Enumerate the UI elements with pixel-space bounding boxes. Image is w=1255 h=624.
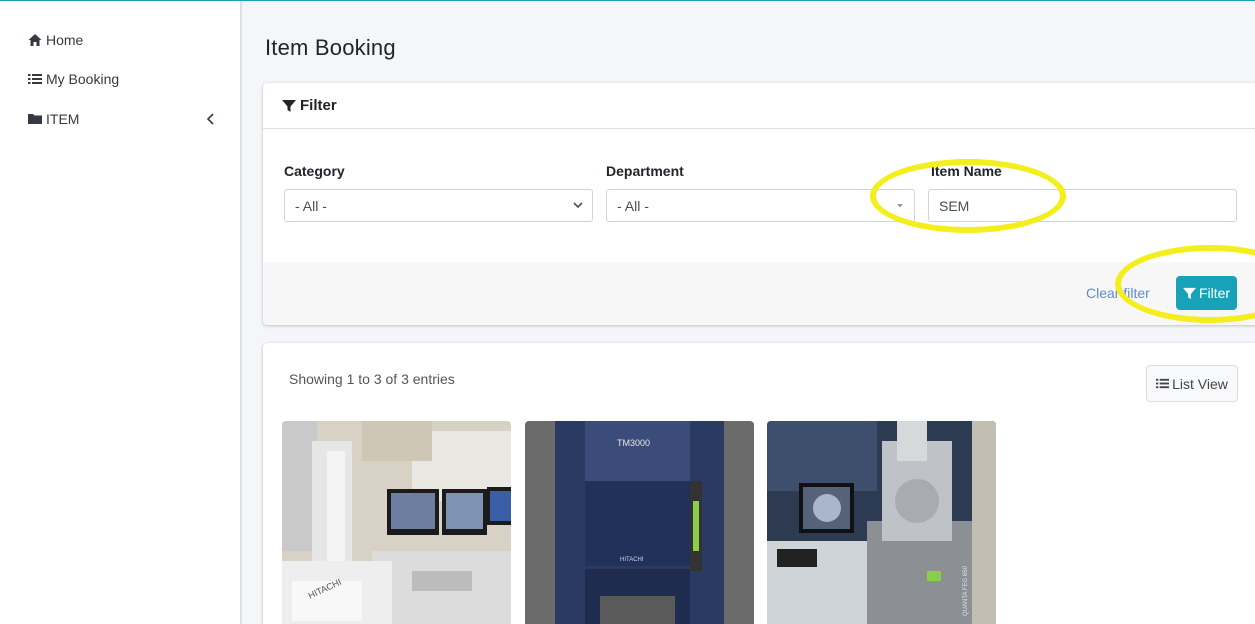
chevron-down-icon (573, 202, 583, 209)
sidebar: Home My Booking ITEM (0, 1, 242, 624)
sidebar-item-my-booking[interactable]: My Booking (28, 68, 119, 90)
department-label: Department (606, 163, 684, 179)
category-label: Category (284, 163, 345, 179)
item-thumbnail[interactable]: TM3000 HITACHI (525, 421, 754, 624)
filter-button[interactable]: Filter (1176, 276, 1237, 310)
filter-card-header: Filter (263, 83, 1255, 129)
entries-count: Showing 1 to 3 of 3 entries (289, 371, 455, 387)
results-card: Showing 1 to 3 of 3 entries List View HI… (263, 343, 1255, 624)
sidebar-item-home[interactable]: Home (28, 29, 83, 51)
list-icon (1156, 378, 1170, 389)
list-view-label: List View (1172, 375, 1228, 392)
department-select-value: - All - (617, 197, 649, 214)
category-select[interactable]: - All - (284, 189, 593, 222)
svg-text:QUANTA FEG 650: QUANTA FEG 650 (963, 565, 969, 616)
list-icon (28, 74, 42, 84)
filter-card-footer: Clear filter Filter (263, 262, 1255, 325)
chevron-left-icon[interactable] (204, 110, 218, 128)
sidebar-item-label: Home (46, 32, 84, 48)
filter-button-label: Filter (1198, 285, 1231, 301)
caret-down-icon (897, 204, 903, 208)
filter-card-title: Filter (300, 97, 337, 114)
home-icon (28, 34, 42, 46)
main-content: Item Booking Filter Category - All - Dep… (244, 1, 1255, 624)
clear-filter-link[interactable]: Clear filter (1086, 285, 1150, 301)
filter-card: Filter Category - All - Department - All… (263, 83, 1255, 325)
filter-icon (282, 99, 296, 112)
list-view-button[interactable]: List View (1146, 365, 1238, 402)
svg-text:HITACHI: HITACHI (620, 557, 644, 563)
item-name-input[interactable]: SEM (928, 189, 1237, 222)
filter-icon (1182, 287, 1196, 299)
sidebar-item-item[interactable]: ITEM (28, 108, 218, 130)
department-select[interactable]: - All - (606, 189, 915, 222)
tm3000-photo: TM3000 HITACHI (525, 421, 754, 624)
item-thumbnail[interactable]: QUANTA FEG 650 (767, 421, 996, 624)
quanta-feg-photo: QUANTA FEG 650 (767, 421, 996, 624)
sidebar-item-label: My Booking (46, 71, 120, 87)
sidebar-item-label: ITEM (46, 111, 80, 127)
page-title: Item Booking (265, 35, 396, 60)
svg-text:TM3000: TM3000 (617, 438, 650, 448)
folder-icon (28, 114, 42, 124)
item-name-input-value: SEM (939, 197, 970, 214)
category-select-value: - All - (295, 197, 327, 214)
item-thumbnail[interactable]: HITACHI (282, 421, 511, 624)
sem-lab-photo: HITACHI (282, 421, 511, 624)
item-name-label: Item Name (931, 163, 1002, 179)
